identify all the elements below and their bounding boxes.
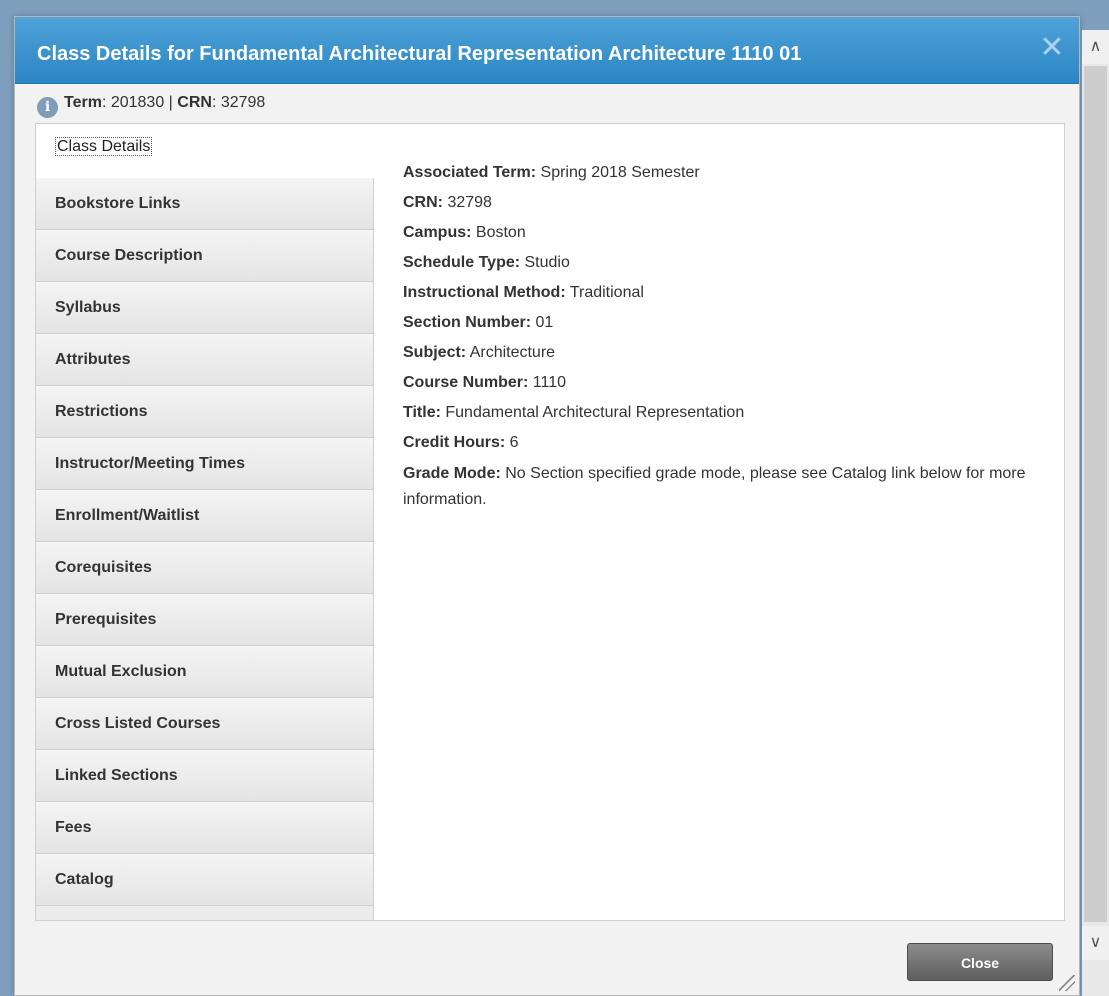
tab-attributes[interactable]: Attributes: [36, 334, 373, 386]
tab-linked-sections[interactable]: Linked Sections: [36, 750, 373, 802]
class-details-content: Associated Term: Spring 2018 Semester CR…: [403, 158, 1043, 513]
detail-grade-mode: Grade Mode: No Section specified grade m…: [403, 465, 1026, 508]
crn-value: : 32798: [211, 94, 266, 111]
class-details-dialog: Class Details for Fundamental Architectu…: [14, 16, 1080, 996]
crn-label: CRN: [177, 94, 212, 111]
tab-cross-listed-courses[interactable]: Cross Listed Courses: [36, 698, 373, 750]
detail-section-number: Section Number: 01: [403, 314, 554, 331]
dialog-title: Class Details for Fundamental Architectu…: [37, 43, 802, 65]
detail-campus: Campus: Boston: [403, 224, 526, 241]
scroll-thumb[interactable]: [1084, 66, 1107, 922]
detail-schedule-type: Schedule Type: Studio: [403, 254, 570, 271]
detail-credit-hours: Credit Hours: 6: [403, 434, 519, 451]
tab-course-description[interactable]: Course Description: [36, 230, 373, 282]
scroll-up-icon[interactable]: ∧: [1082, 30, 1109, 64]
dialog-titlebar: Class Details for Fundamental Architectu…: [15, 17, 1079, 84]
tab-enrollment-waitlist[interactable]: Enrollment/Waitlist: [36, 490, 373, 542]
details-panel: Class Details Bookstore Links Course Des…: [35, 123, 1065, 921]
tab-label: Class Details: [55, 137, 153, 156]
tab-catalog[interactable]: Catalog: [36, 854, 373, 906]
resize-grip-icon[interactable]: [1059, 975, 1075, 991]
tab-bookstore-links[interactable]: Bookstore Links: [36, 178, 373, 230]
tab-syllabus[interactable]: Syllabus: [36, 282, 373, 334]
detail-instructional-method: Instructional Method: Traditional: [403, 284, 644, 301]
tab-prerequisites[interactable]: Prerequisites: [36, 594, 373, 646]
detail-associated-term: Associated Term: Spring 2018 Semester: [403, 164, 700, 181]
background-strip: [0, 0, 1109, 8]
tab-class-details[interactable]: Class Details: [36, 124, 374, 178]
detail-title: Title: Fundamental Architectural Represe…: [403, 404, 745, 421]
term-value: : 201830 |: [101, 94, 178, 111]
tab-corequisites[interactable]: Corequisites: [36, 542, 373, 594]
tab-restrictions[interactable]: Restrictions: [36, 386, 373, 438]
page-scrollbar[interactable]: ∧ ∨: [1082, 30, 1109, 996]
term-label: Term: [64, 94, 102, 111]
close-button[interactable]: Close: [907, 943, 1053, 981]
term-crn-line: i Term: 201830 | CRN: 32798: [37, 90, 266, 118]
info-icon: i: [37, 97, 58, 118]
tab-fees[interactable]: Fees: [36, 802, 373, 854]
tab-instructor-meeting-times[interactable]: Instructor/Meeting Times: [36, 438, 373, 490]
detail-subject: Subject: Architecture: [403, 344, 556, 361]
scroll-down-icon[interactable]: ∨: [1082, 926, 1109, 960]
detail-course-number: Course Number: 1110: [403, 374, 567, 391]
detail-crn: CRN: 32798: [403, 194, 492, 211]
close-icon[interactable]: ✕: [1037, 33, 1067, 63]
tab-list: Class Details Bookstore Links Course Des…: [36, 124, 374, 920]
tab-mutual-exclusion[interactable]: Mutual Exclusion: [36, 646, 373, 698]
